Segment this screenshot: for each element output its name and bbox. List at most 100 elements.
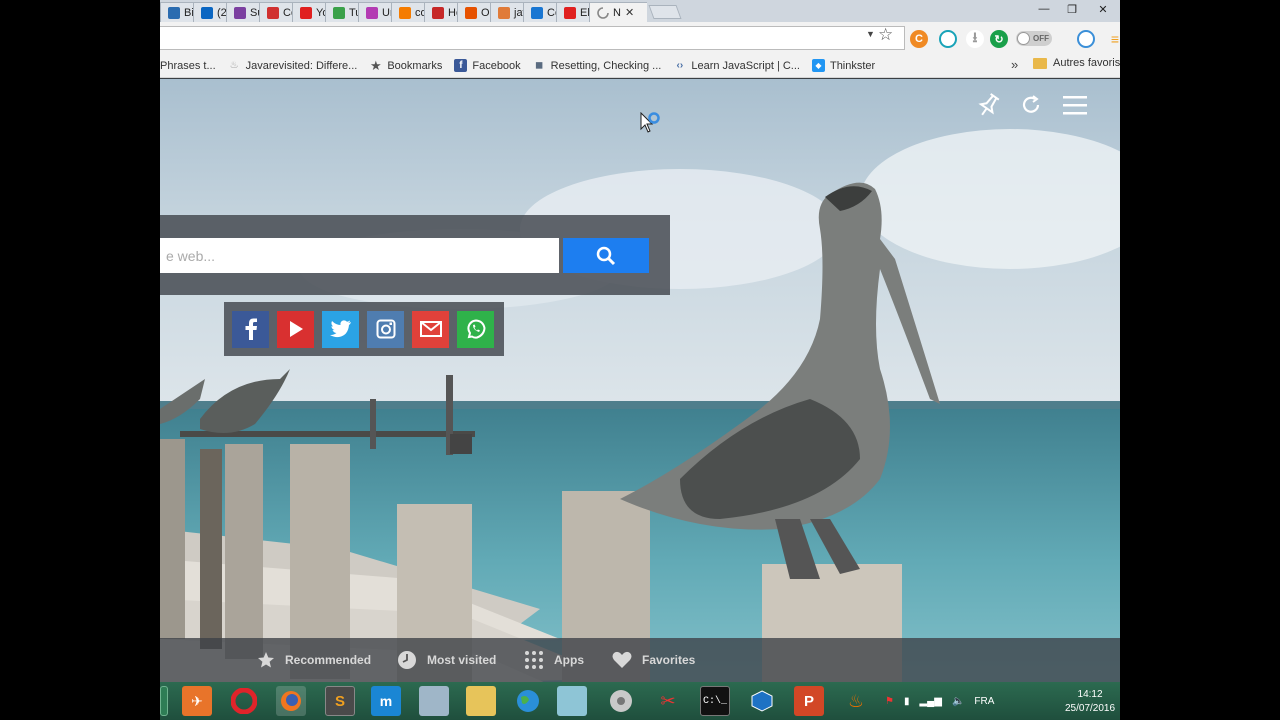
tab-favicon — [366, 6, 378, 19]
clock-date: 25/07/2016 — [1065, 703, 1116, 714]
windows-taskbar: ✈ S m ✂ C:\_ P ♨ ⚑ ▮ ▂▄▆ 🔈 FRA 14:12 25/… — [160, 682, 1120, 720]
bookmarks-overflow-icon[interactable]: » — [1011, 57, 1018, 72]
toggle-switch[interactable]: OFF — [1016, 31, 1052, 46]
taskbar-clock[interactable]: 14:12 25/07/2016 — [1065, 688, 1115, 716]
tab[interactable]: Confi — [523, 2, 560, 22]
tray-network-icon[interactable]: ▂▄▆ — [919, 696, 941, 707]
tab-close-icon[interactable]: ✕ — [625, 6, 634, 19]
envelope-icon — [419, 321, 442, 337]
address-bar[interactable] — [160, 26, 905, 50]
refresh-icon[interactable] — [1020, 94, 1042, 116]
taskbar-powerpoint-icon[interactable]: P — [794, 686, 824, 716]
tab-active[interactable]: N ✕ — [589, 2, 647, 22]
bookmark-item[interactable]: ◆ Thinkster — [811, 59, 876, 72]
browser-toolbar: ▼ ☆ C ⭳ ↻ OFF ≡ — [160, 22, 1120, 54]
taskbar-media-icon[interactable] — [606, 686, 636, 716]
clock-time: 14:12 — [1077, 689, 1103, 700]
download-extension-icon[interactable]: ⭳ — [966, 29, 984, 48]
search-button[interactable] — [563, 238, 649, 273]
taskbar-virtualbox-icon[interactable] — [747, 686, 777, 716]
taskbar-maxthon-icon[interactable]: m — [371, 686, 401, 716]
bookmark-item[interactable]: ♨ Javarevisited: Differe... — [228, 59, 358, 72]
tab[interactable]: El — [556, 2, 593, 22]
search-icon — [596, 246, 616, 265]
tab[interactable]: YouTu — [292, 2, 329, 22]
tab[interactable]: How — [424, 2, 461, 22]
taskbar-snipping-icon[interactable]: ✂ — [653, 686, 683, 716]
youtube-button[interactable] — [277, 310, 314, 348]
bookmark-item[interactable]: f Facebook — [454, 59, 521, 72]
tab[interactable]: Biblio — [160, 2, 197, 22]
tab-favicon — [498, 6, 510, 19]
tab[interactable]: Unit — [358, 2, 395, 22]
window-controls: — ❐ ✕ — [1030, 0, 1120, 18]
toggle-knob — [1017, 32, 1030, 45]
taskbar-notes-icon[interactable] — [557, 686, 587, 716]
bookmark-item[interactable]: ◼ Resetting, Checking ... — [533, 59, 661, 72]
taskbar-explorer-icon[interactable] — [466, 686, 496, 716]
tray-language[interactable]: FRA — [974, 696, 994, 707]
tab-favicon — [300, 6, 312, 19]
tab-favicon — [564, 6, 576, 19]
bookmark-label: Bookmarks — [387, 59, 443, 72]
taskbar-firefox-icon[interactable] — [276, 686, 306, 716]
headphones-extension-icon[interactable] — [939, 30, 957, 48]
taskbar-sublime-icon[interactable]: S — [325, 686, 355, 716]
nav-apps[interactable]: Apps — [524, 638, 584, 682]
extension-orange-icon[interactable]: C — [910, 30, 928, 48]
tab-favicon — [234, 6, 246, 19]
dropdown-arrow-icon[interactable]: ▼ — [866, 29, 875, 39]
facebook-button[interactable] — [232, 310, 269, 348]
taskbar-rocket-app-icon[interactable]: ✈ — [182, 686, 212, 716]
minimize-button[interactable]: — — [1030, 0, 1058, 18]
maximize-button[interactable]: ❐ — [1058, 0, 1086, 18]
tray-flag-icon[interactable]: ⚑ — [885, 696, 894, 707]
search-input[interactable] — [160, 238, 559, 273]
toggle-label: OFF — [1033, 34, 1049, 43]
tab[interactable]: corej — [391, 2, 428, 22]
tray-volume-icon[interactable]: 🔈 — [952, 696, 964, 707]
nav-recommended[interactable]: Recommended — [257, 638, 371, 682]
nav-most-visited[interactable]: Most visited — [397, 638, 496, 682]
tab-favicon — [201, 6, 213, 19]
search-panel — [160, 215, 670, 295]
refresh-extension-icon[interactable]: ↻ — [990, 30, 1008, 48]
browser-window: Biblio (20+) Sur - Conte YouTu Tutor Uni… — [160, 0, 1120, 720]
new-tab-button[interactable] — [648, 5, 682, 19]
tab[interactable]: Sur - — [226, 2, 263, 22]
tab[interactable]: Oracl — [457, 2, 494, 22]
taskbar-terminal-icon[interactable]: C:\_ — [700, 686, 730, 716]
hamburger-menu-icon[interactable] — [1062, 94, 1088, 116]
bookmark-item[interactable]: ★ Bookmarks — [369, 58, 443, 73]
instagram-button[interactable] — [367, 310, 404, 348]
nav-favorites[interactable]: Favorites — [612, 638, 695, 682]
pin-icon[interactable] — [978, 92, 1000, 118]
tray-battery-icon[interactable]: ▮ — [904, 696, 910, 707]
bookmark-label: Phrases t... — [160, 59, 216, 72]
other-bookmarks-label: Autres favoris — [1053, 57, 1120, 69]
taskbar-photos-icon[interactable] — [419, 686, 449, 716]
taskbar-globe-icon[interactable] — [513, 686, 543, 716]
menu-extension-icon[interactable]: ≡ — [1106, 30, 1120, 48]
twitter-button[interactable] — [322, 310, 359, 348]
bookmark-star-icon[interactable]: ☆ — [878, 25, 893, 45]
bookmark-item[interactable]: Phrases t... — [160, 60, 216, 72]
tab[interactable]: Conte — [259, 2, 296, 22]
whatsapp-button[interactable] — [457, 310, 494, 348]
tab-favicon — [267, 6, 279, 19]
database-icon: ◼ — [535, 60, 544, 71]
tab[interactable]: (20+) — [193, 2, 230, 22]
bookmark-label: Thinkster — [829, 59, 876, 72]
tab-favicon — [333, 6, 345, 19]
tab[interactable]: Tutor — [325, 2, 362, 22]
other-bookmarks-folder[interactable]: Autres favoris — [1033, 57, 1120, 69]
blue-extension-icon[interactable] — [1077, 30, 1095, 48]
bookmark-item[interactable]: ‹› Learn JavaScript | C... — [673, 59, 800, 72]
taskbar-java-icon[interactable]: ♨ — [841, 686, 871, 716]
email-button[interactable] — [412, 310, 449, 348]
nav-label: Favorites — [642, 653, 696, 667]
tab[interactable]: java — [490, 2, 527, 22]
close-window-button[interactable]: ✕ — [1086, 0, 1120, 18]
taskbar-edge-app[interactable] — [160, 686, 168, 716]
taskbar-opera-icon[interactable] — [229, 686, 259, 716]
